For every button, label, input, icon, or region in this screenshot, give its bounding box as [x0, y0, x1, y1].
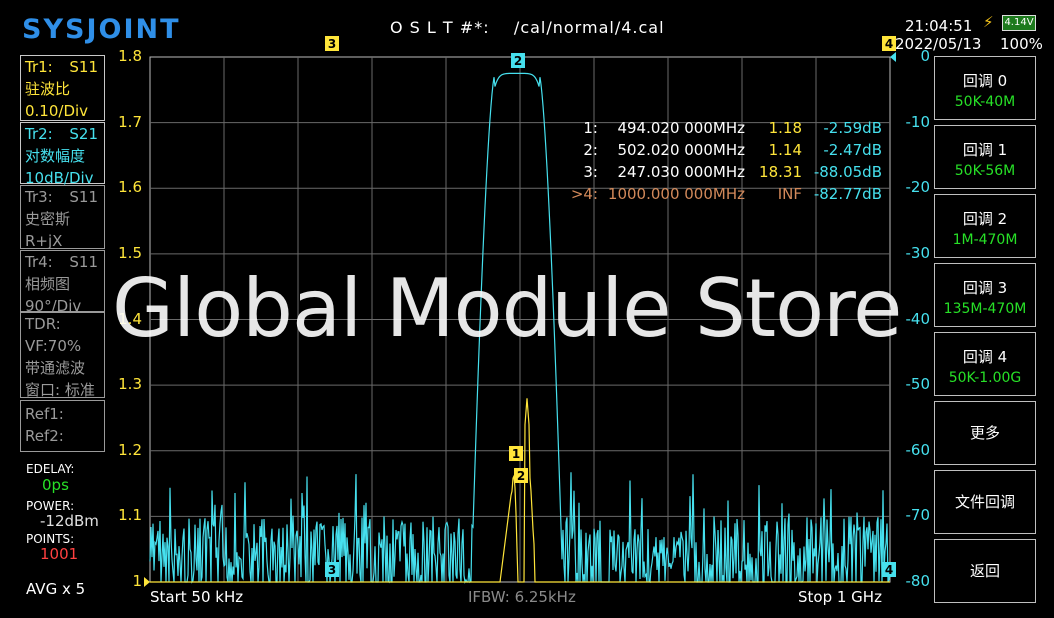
marker-freq: 247.030 000MHz	[617, 163, 745, 181]
marker-id: 2:	[583, 141, 598, 159]
right-tick-label: -30	[905, 243, 931, 262]
recall-button-0[interactable]: 回调 0 50K-40M	[934, 56, 1036, 120]
marker-flag-label: 1	[512, 447, 520, 461]
marker-id: 3:	[583, 163, 598, 181]
button-title: 回调 2	[962, 210, 1008, 228]
right-tick-label: -70	[905, 506, 931, 525]
marker-flag-label: 4	[885, 563, 893, 577]
watermark-text: Global Module Store	[112, 262, 902, 355]
left-tick-label: 1.6	[118, 178, 142, 197]
marker-v1: 18.31	[759, 163, 802, 181]
marker-v1: 1.14	[768, 141, 802, 159]
marker-v2: -82.77dB	[813, 185, 882, 203]
right-tick-label: -60	[905, 440, 931, 459]
button-title: 返回	[969, 562, 1000, 580]
start-frequency[interactable]: Start 50 kHz	[150, 588, 243, 606]
button-title: 回调 1	[962, 141, 1008, 159]
left-tick-label: 1.1	[118, 506, 142, 525]
ifbw-value[interactable]: IFBW: 6.25kHz	[468, 588, 576, 606]
recall-button-6[interactable]: 文件回调	[934, 470, 1036, 534]
right-tick-label: 0	[920, 47, 930, 65]
button-range: 135M-470M	[943, 301, 1027, 317]
button-range: 50K-56M	[954, 163, 1016, 179]
marker-flag-label: 3	[328, 37, 336, 51]
left-tick-label: 1.2	[118, 440, 142, 459]
marker-v1: 1.18	[768, 119, 802, 137]
marker-freq: 494.020 000MHz	[617, 119, 745, 137]
left-tick-label: 1.5	[118, 243, 142, 262]
marker-v1: INF	[777, 185, 802, 203]
button-title: 文件回调	[954, 493, 1015, 511]
left-tick-label: 1.3	[118, 375, 142, 394]
right-tick-label: -50	[905, 375, 931, 394]
left-tick-label: 1	[132, 572, 142, 590]
recall-button-2[interactable]: 回调 2 1M-470M	[934, 194, 1036, 258]
recall-button-5[interactable]: 更多	[934, 401, 1036, 465]
recall-button-7[interactable]: 返回	[934, 539, 1036, 603]
button-range: 1M-470M	[952, 232, 1018, 248]
marker-v2: -2.47dB	[823, 141, 882, 159]
left-tick-label: 1.7	[118, 112, 142, 131]
marker-flag-label: 4	[885, 37, 893, 51]
marker-flag-label: 2	[517, 469, 525, 483]
marker-v2: -2.59dB	[823, 119, 882, 137]
marker-v2: -88.05dB	[813, 163, 882, 181]
marker-flag-label: 3	[328, 563, 336, 577]
recall-button-4[interactable]: 回调 4 50K-1.00G	[934, 332, 1036, 396]
button-title: 回调 0	[962, 72, 1008, 90]
marker-freq: 502.020 000MHz	[617, 141, 745, 159]
right-tick-label: -10	[905, 112, 931, 131]
marker-flag-label: 2	[514, 54, 522, 68]
right-tick-label: -80	[905, 572, 931, 590]
button-title: 回调 3	[962, 279, 1008, 297]
right-tick-label: -20	[905, 178, 931, 197]
stop-frequency[interactable]: Stop 1 GHz	[798, 588, 882, 606]
button-range: 50K-1.00G	[948, 370, 1022, 386]
marker-id: 1:	[583, 119, 598, 137]
left-tick-label: 1.8	[118, 47, 142, 65]
button-range: 50K-40M	[954, 94, 1016, 110]
marker-freq: 1000.000 000MHz	[607, 185, 745, 203]
recall-button-1[interactable]: 回调 1 50K-56M	[934, 125, 1036, 189]
button-title: 回调 4	[962, 348, 1008, 366]
marker-id: >4:	[570, 185, 598, 203]
button-title: 更多	[969, 424, 1000, 442]
recall-button-3[interactable]: 回调 3 135M-470M	[934, 263, 1036, 327]
ref-level-arrow-icon	[144, 577, 150, 587]
